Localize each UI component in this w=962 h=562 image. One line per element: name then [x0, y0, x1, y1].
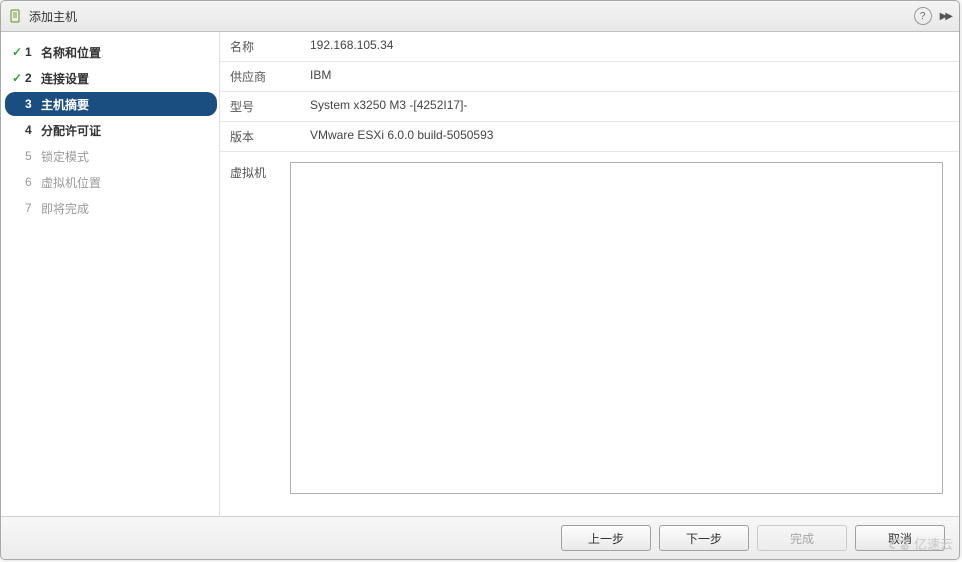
- step-vm-location: ✓ 6 虚拟机位置: [5, 170, 217, 194]
- step-label: 主机摘要: [39, 96, 89, 113]
- vm-section: 虚拟机: [220, 152, 959, 516]
- step-number: 3: [25, 97, 39, 111]
- step-connection-settings[interactable]: ✓ 2 连接设置: [5, 66, 217, 90]
- host-icon: [9, 9, 23, 23]
- step-label: 名称和位置: [39, 44, 101, 61]
- step-number: 4: [25, 123, 39, 137]
- summary-value: 192.168.105.34: [300, 32, 959, 62]
- summary-key: 供应商: [220, 62, 300, 92]
- step-label: 即将完成: [39, 200, 89, 217]
- expand-icon[interactable]: ▶▶: [940, 11, 951, 22]
- step-number: 5: [25, 149, 39, 163]
- summary-row-name: 名称 192.168.105.34: [220, 32, 959, 62]
- vm-label: 虚拟机: [230, 162, 290, 516]
- summary-key: 型号: [220, 92, 300, 122]
- summary-row-version: 版本 VMware ESXi 6.0.0 build-5050593: [220, 122, 959, 152]
- finish-button: 完成: [757, 525, 847, 551]
- wizard-content: 名称 192.168.105.34 供应商 IBM 型号 System x325…: [219, 32, 959, 516]
- summary-value: System x3250 M3 -[4252I17]-: [300, 92, 959, 122]
- check-icon: ✓: [9, 71, 25, 85]
- next-button[interactable]: 下一步: [659, 525, 749, 551]
- add-host-dialog: 添加主机 ? ▶▶ ✓ 1 名称和位置 ✓ 2 连接设置 ✓ 3 主机摘要 ✓ …: [0, 0, 960, 560]
- summary-value: VMware ESXi 6.0.0 build-5050593: [300, 122, 959, 152]
- step-host-summary[interactable]: ✓ 3 主机摘要: [5, 92, 217, 116]
- wizard-sidebar: ✓ 1 名称和位置 ✓ 2 连接设置 ✓ 3 主机摘要 ✓ 4 分配许可证 ✓: [1, 32, 219, 516]
- step-number: 2: [25, 71, 39, 85]
- back-button[interactable]: 上一步: [561, 525, 651, 551]
- vm-list-box: [290, 162, 943, 494]
- step-label: 锁定模式: [39, 148, 89, 165]
- dialog-body: ✓ 1 名称和位置 ✓ 2 连接设置 ✓ 3 主机摘要 ✓ 4 分配许可证 ✓: [1, 32, 959, 516]
- summary-row-model: 型号 System x3250 M3 -[4252I17]-: [220, 92, 959, 122]
- dialog-footer: 上一步 下一步 完成 取消: [1, 516, 959, 559]
- step-lockdown-mode: ✓ 5 锁定模式: [5, 144, 217, 168]
- step-ready-to-complete: ✓ 7 即将完成: [5, 196, 217, 220]
- vm-list-wrap: [290, 162, 949, 516]
- step-number: 1: [25, 45, 39, 59]
- summary-key: 名称: [220, 32, 300, 62]
- summary-value: IBM: [300, 62, 959, 92]
- host-summary-table: 名称 192.168.105.34 供应商 IBM 型号 System x325…: [220, 32, 959, 152]
- step-label: 虚拟机位置: [39, 174, 101, 191]
- summary-key: 版本: [220, 122, 300, 152]
- summary-row-vendor: 供应商 IBM: [220, 62, 959, 92]
- step-name-location[interactable]: ✓ 1 名称和位置: [5, 40, 217, 64]
- step-label: 连接设置: [39, 70, 89, 87]
- step-label: 分配许可证: [39, 122, 101, 139]
- step-number: 6: [25, 175, 39, 189]
- dialog-title: 添加主机: [29, 8, 914, 25]
- help-icon[interactable]: ?: [914, 7, 932, 25]
- step-assign-license: ✓ 4 分配许可证: [5, 118, 217, 142]
- check-icon: ✓: [9, 45, 25, 59]
- cancel-button[interactable]: 取消: [855, 525, 945, 551]
- step-number: 7: [25, 201, 39, 215]
- titlebar: 添加主机 ? ▶▶: [1, 1, 959, 32]
